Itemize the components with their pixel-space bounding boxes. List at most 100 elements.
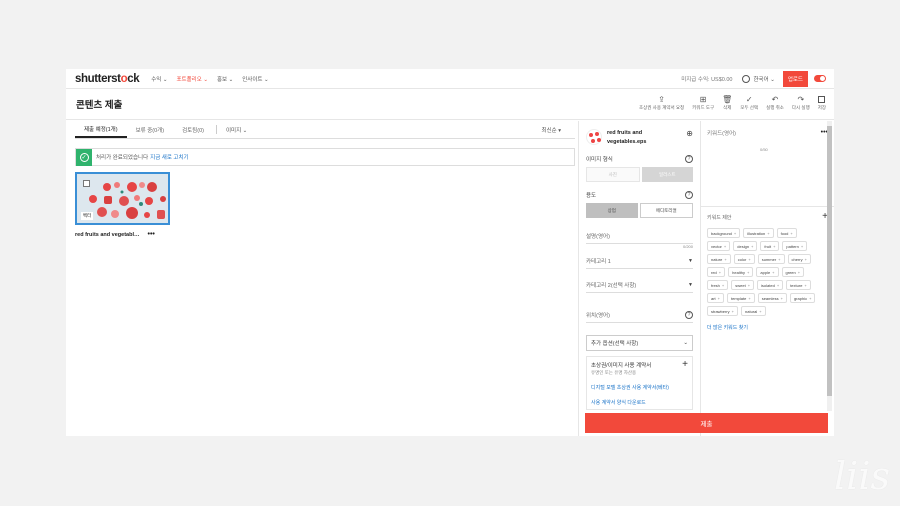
upload-button[interactable]: 업로드: [782, 70, 808, 87]
keyword-chip[interactable]: natural +: [741, 306, 766, 316]
tool-label: 다시 실행: [791, 105, 810, 110]
release-request-button[interactable]: ⇪ 초상권 사용 계약서 요청: [639, 94, 684, 111]
category1-select[interactable]: 카테고리 1 ▼: [586, 253, 693, 269]
help-icon[interactable]: ?: [685, 191, 693, 199]
image-type-toggle: 사진 일러스트: [586, 167, 693, 182]
keyword-chip[interactable]: apple +: [756, 267, 779, 277]
keyword-chip[interactable]: green +: [781, 267, 805, 277]
keyword-chip[interactable]: template +: [727, 293, 755, 303]
keyword-chip[interactable]: isolated +: [757, 280, 784, 290]
add-keyword-icon: +: [800, 244, 804, 249]
keywords-scrollbar[interactable]: [827, 121, 832, 411]
keyword-chip[interactable]: design +: [733, 241, 758, 251]
nav-insights[interactable]: 인사이트 ⌄: [242, 75, 268, 83]
keyword-chip[interactable]: healthy +: [728, 267, 754, 277]
media-type-select[interactable]: 이미지 ⌄: [220, 126, 253, 138]
asset-thumbnail[interactable]: 벡터: [75, 172, 170, 225]
help-icon[interactable]: ?: [685, 155, 693, 163]
keyword-tool-button[interactable]: ⊞ 키워드 도구: [692, 94, 714, 111]
keyword-chip[interactable]: food +: [776, 228, 797, 238]
category2-select[interactable]: 카테고리 2(선택 사항) ▼: [586, 277, 693, 293]
tab-to-submit[interactable]: 제출 예정(1개): [75, 125, 127, 138]
trash-icon: 🗑: [722, 95, 733, 104]
keyword-chip[interactable]: fresh +: [707, 280, 729, 290]
keyword-chip-label: sweet: [735, 283, 746, 288]
app-window: shutterstock 수익 ⌄ 포트폴리오 ⌄ 홍보 ⌄ 인사이트 ⌄ 미지…: [66, 69, 834, 436]
language-selector[interactable]: 한국어 ⌄: [742, 74, 775, 83]
select-all-button[interactable]: ✓ 모두 선택: [740, 94, 758, 111]
delete-button[interactable]: 🗑 삭제: [722, 94, 732, 111]
nav-promote[interactable]: 홍보 ⌄: [217, 75, 233, 83]
keyword-chip[interactable]: fruit +: [760, 241, 780, 251]
add-keyword-icon: +: [773, 244, 776, 249]
extra-options-dropdown[interactable]: 추가 옵션(선택 사항) ⌄: [586, 335, 693, 351]
help-icon[interactable]: ?: [685, 310, 693, 319]
add-release-icon[interactable]: +: [682, 360, 688, 370]
undo-button[interactable]: ↶ 실행 취소: [766, 94, 784, 111]
asset-checkbox[interactable]: [83, 180, 90, 187]
keyword-chip-label: background: [711, 231, 732, 236]
page-header: 콘텐츠 제출 ⇪ 초상권 사용 계약서 요청 ⊞ 키워드 도구 🗑 삭제 ✓ 모두 선택…: [66, 89, 834, 120]
keywords-header: 키워드(영어) •••: [707, 129, 828, 137]
toolbar: ⇪ 초상권 사용 계약서 요청 ⊞ 키워드 도구 🗑 삭제 ✓ 모두 선택 ↶ 실행 취소…: [631, 94, 826, 111]
signature-watermark: liis: [834, 454, 890, 498]
keyword-chip-label: food: [780, 231, 789, 236]
tab-pending[interactable]: 보류 중(0개): [127, 126, 174, 138]
keywords-input[interactable]: 키워드(영어): [707, 129, 736, 137]
location-field[interactable]: 위치(영어)?: [586, 307, 693, 323]
keyword-chip[interactable]: sweet +: [731, 280, 755, 290]
keyword-chip[interactable]: strawberry +: [707, 306, 739, 316]
nav-portfolio[interactable]: 포트폴리오 ⌄: [177, 75, 208, 83]
submit-button[interactable]: 제출: [585, 413, 828, 433]
add-keyword-icon: +: [790, 231, 793, 236]
usage-commercial[interactable]: 상업: [586, 203, 638, 218]
keyword-chip[interactable]: art +: [707, 293, 725, 303]
download-release-form-link[interactable]: 사용 계약서 양식 다운로드: [591, 399, 688, 406]
file-title: red fruits and vegetables.eps: [607, 130, 647, 145]
keyword-chip-label: art: [711, 296, 716, 301]
image-type-photo[interactable]: 사진: [586, 167, 640, 182]
keyword-chip[interactable]: graphic +: [789, 293, 816, 303]
add-keyword-icon: +: [751, 244, 754, 249]
sort-select[interactable]: 최신순 ▾: [542, 126, 561, 134]
add-keyword-icon: +: [723, 244, 727, 249]
keyword-chip[interactable]: background +: [707, 228, 741, 238]
keyword-chip[interactable]: vector +: [707, 241, 731, 251]
refresh-link[interactable]: 지금 새로 고치기: [150, 153, 188, 161]
find-more-keywords-link[interactable]: 더 많은 키워드 찾기: [707, 324, 828, 331]
add-keyword-icon: +: [747, 283, 751, 288]
add-keyword-icon: +: [778, 257, 781, 262]
keyword-chip-label: fruit: [764, 244, 772, 249]
vector-badge: 벡터: [81, 212, 94, 220]
file-preview-icon: [586, 129, 602, 145]
category2-label: 카테고리 2(선택 사항): [586, 282, 637, 289]
keyword-chip[interactable]: color +: [733, 254, 755, 264]
nav-earnings[interactable]: 수익 ⌄: [151, 75, 167, 83]
redo-button[interactable]: ↷ 다시 실행: [792, 94, 810, 111]
keyword-chip[interactable]: texture +: [786, 280, 811, 290]
description-field[interactable]: 설명(영어): [586, 228, 693, 244]
digital-model-release-link[interactable]: 디지털 모델 초상권 사용 계약서(베타): [591, 384, 688, 391]
save-button[interactable]: 저장: [818, 94, 826, 111]
image-type-illustration[interactable]: 일러스트: [641, 167, 693, 182]
account-toggle[interactable]: [814, 75, 826, 82]
tab-reviewed[interactable]: 검토됨(0): [173, 126, 213, 138]
add-keyword-icon: +: [748, 257, 751, 262]
unpaid-earnings[interactable]: 미지급 수익: US$0.00: [681, 75, 732, 83]
top-navigation: shutterstock 수익 ⌄ 포트폴리오 ⌄ 홍보 ⌄ 인사이트 ⌄ 미지…: [66, 69, 834, 89]
add-keyword-icon: +: [767, 231, 770, 236]
zoom-icon[interactable]: ⊕: [686, 129, 693, 138]
keyword-chip[interactable]: red +: [707, 267, 726, 277]
more-options-icon[interactable]: •••: [148, 231, 155, 238]
add-keyword-icon: +: [804, 257, 807, 262]
keyword-chip[interactable]: nature +: [707, 254, 731, 264]
scrollbar-thumb[interactable]: [827, 126, 832, 396]
save-icon: [818, 96, 826, 103]
keyword-chip[interactable]: cherry +: [787, 254, 811, 264]
keyword-chip[interactable]: summer +: [757, 254, 785, 264]
usage-editorial[interactable]: 에디토리얼: [639, 203, 693, 218]
keyword-chip[interactable]: pattern +: [782, 241, 808, 251]
keyword-chip[interactable]: seamless +: [757, 293, 787, 303]
keyword-chip[interactable]: illustration +: [743, 228, 774, 238]
shutterstock-logo[interactable]: shutterstock: [75, 73, 140, 85]
